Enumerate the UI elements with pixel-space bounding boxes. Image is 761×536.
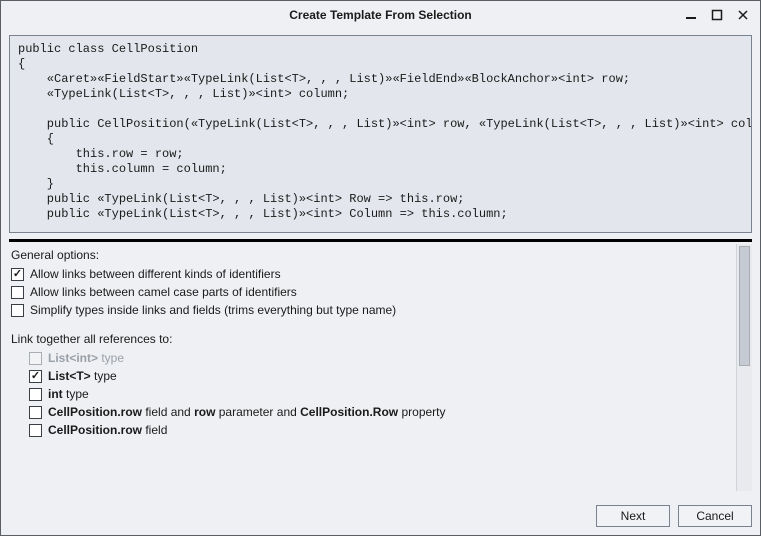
checkbox-icon [29, 388, 42, 401]
link-cellposition-row-field-label: CellPosition.row field [48, 423, 167, 437]
link-options-group: List<int> type List<T> type int type Cel… [29, 350, 734, 438]
content-area: public class CellPosition { «Caret»«Fiel… [1, 29, 760, 499]
template-code-preview: public class CellPosition { «Caret»«Fiel… [9, 35, 752, 233]
window-controls [678, 1, 756, 29]
title-bar: Create Template From Selection [1, 1, 760, 29]
checkbox-icon [29, 424, 42, 437]
allow-camel-label: Allow links between camel case parts of … [30, 285, 297, 299]
minimize-button[interactable] [678, 5, 704, 25]
link-listt-checkbox[interactable]: List<T> type [29, 368, 734, 384]
window-title: Create Template From Selection [289, 8, 472, 22]
dialog-window: Create Template From Selection public cl… [0, 0, 761, 536]
options-panel: General options: Allow links between dif… [9, 242, 736, 491]
allow-kinds-label: Allow links between different kinds of i… [30, 267, 281, 281]
dialog-buttons: Next Cancel [1, 499, 760, 535]
link-listint-checkbox: List<int> type [29, 350, 734, 366]
maximize-icon [711, 9, 723, 21]
maximize-button[interactable] [704, 5, 730, 25]
checkbox-icon [29, 352, 42, 365]
checkbox-icon [29, 406, 42, 419]
general-options-heading: General options: [11, 248, 734, 262]
next-button[interactable]: Next [596, 505, 670, 527]
allow-kinds-checkbox[interactable]: Allow links between different kinds of i… [11, 266, 734, 282]
checkbox-icon [29, 370, 42, 383]
simplify-types-label: Simplify types inside links and fields (… [30, 303, 396, 317]
checkbox-icon [11, 286, 24, 299]
options-scrollbar[interactable] [736, 244, 752, 491]
link-cellposition-row-full-label: CellPosition.row field and row parameter… [48, 405, 446, 419]
close-icon [737, 9, 749, 21]
link-int-label: int type [48, 387, 89, 401]
scrollbar-thumb[interactable] [739, 246, 750, 366]
link-listint-label: List<int> type [48, 351, 124, 365]
link-cellposition-row-field-checkbox[interactable]: CellPosition.row field [29, 422, 734, 438]
allow-camel-checkbox[interactable]: Allow links between camel case parts of … [11, 284, 734, 300]
cancel-button[interactable]: Cancel [678, 505, 752, 527]
link-listt-label: List<T> type [48, 369, 117, 383]
checkbox-icon [11, 304, 24, 317]
options-area: General options: Allow links between dif… [9, 242, 752, 491]
checkbox-icon [11, 268, 24, 281]
minimize-icon [685, 9, 697, 21]
link-cellposition-row-full-checkbox[interactable]: CellPosition.row field and row parameter… [29, 404, 734, 420]
close-button[interactable] [730, 5, 756, 25]
link-int-checkbox[interactable]: int type [29, 386, 734, 402]
simplify-types-checkbox[interactable]: Simplify types inside links and fields (… [11, 302, 734, 318]
link-references-heading: Link together all references to: [11, 332, 734, 346]
